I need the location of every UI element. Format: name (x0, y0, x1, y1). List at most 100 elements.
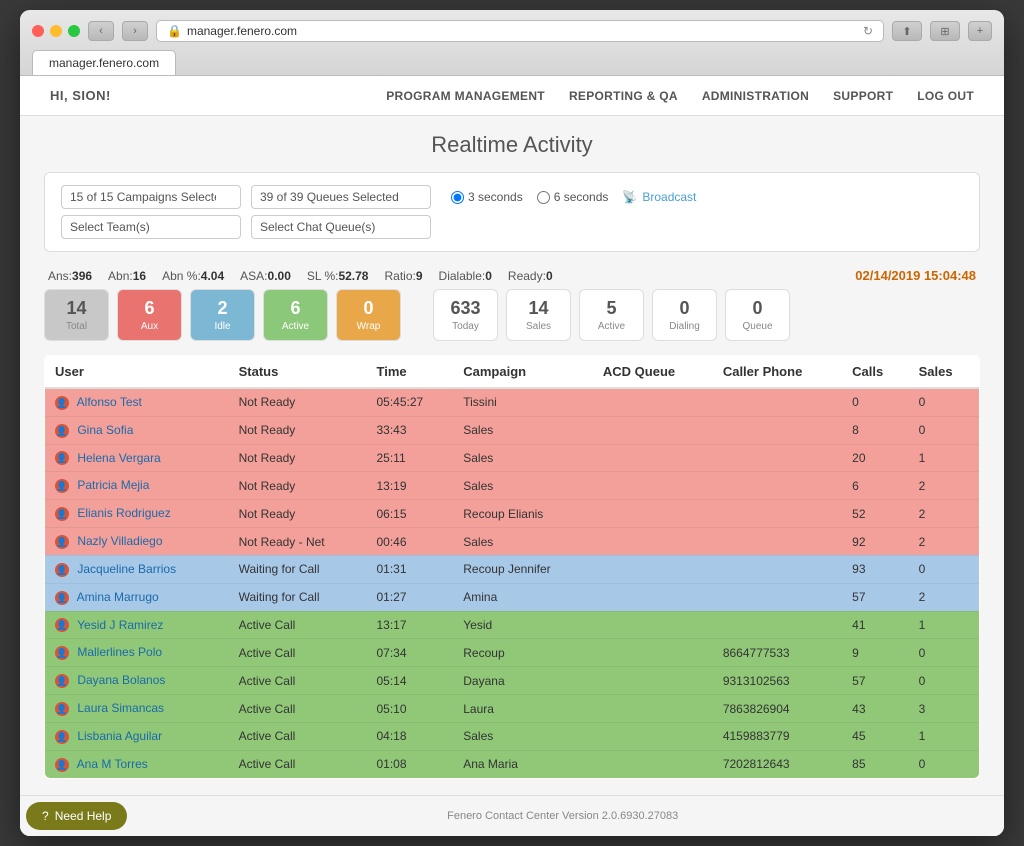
col-time: Time (367, 356, 454, 389)
queues-select[interactable]: 39 of 39 Queues Selected (251, 185, 431, 209)
user-icon: 👤 (55, 618, 69, 632)
teams-select[interactable]: Select Team(s) (61, 215, 241, 239)
table-row[interactable]: 👤 Alfonso Test Not Ready 05:45:27 Tissin… (45, 388, 980, 416)
broadcast-button[interactable]: 📡 Broadcast (622, 190, 696, 204)
radio-3s[interactable] (451, 191, 464, 204)
stat-ready: Ready:0 (508, 269, 553, 283)
cell-sales: 0 (909, 667, 980, 695)
nav-logout[interactable]: LOG OUT (917, 89, 974, 103)
cell-sales: 3 (909, 695, 980, 723)
table-row[interactable]: 👤 Yesid J Ramirez Active Call 13:17 Yesi… (45, 611, 980, 639)
user-name[interactable]: Amina Marrugo (77, 590, 159, 604)
table-row[interactable]: 👤 Mallerlines Polo Active Call 07:34 Rec… (45, 639, 980, 667)
user-name[interactable]: Gina Sofia (77, 423, 133, 437)
table-row[interactable]: 👤 Elianis Rodriguez Not Ready 06:15 Reco… (45, 500, 980, 528)
cell-sales: 0 (909, 555, 980, 583)
back-button[interactable]: ‹ (88, 21, 114, 41)
nav-reporting-qa[interactable]: REPORTING & QA (569, 89, 678, 103)
campaigns-select[interactable]: 15 of 15 Campaigns Selected (61, 185, 241, 209)
user-icon: 👤 (55, 730, 69, 744)
user-name[interactable]: Ana M Torres (77, 757, 148, 771)
cell-calls: 43 (842, 695, 908, 723)
table-row[interactable]: 👤 Jacqueline Barrios Waiting for Call 01… (45, 555, 980, 583)
stats-bar: Ans:396 Abn:16 Abn %:4.04 ASA:0.00 SL %:… (44, 262, 980, 289)
cell-user: 👤 Laura Simancas (45, 695, 229, 723)
help-icon: ? (42, 809, 49, 823)
radio-6s[interactable] (537, 191, 550, 204)
user-name[interactable]: Jacqueline Barrios (77, 562, 176, 576)
cell-acd-queue (593, 750, 713, 778)
table-row[interactable]: 👤 Gina Sofia Not Ready 33:43 Sales 8 0 (45, 416, 980, 444)
user-name[interactable]: Nazly Villadiego (77, 534, 162, 548)
need-help-button[interactable]: ? Need Help (26, 802, 127, 830)
user-icon: 👤 (55, 451, 69, 465)
cell-acd-queue (593, 722, 713, 750)
user-name[interactable]: Dayana Bolanos (77, 673, 165, 687)
user-name[interactable]: Alfonso Test (77, 395, 142, 409)
radio-6s-label[interactable]: 6 seconds (537, 190, 609, 204)
traffic-light-green[interactable] (68, 25, 80, 37)
reload-icon[interactable]: ↻ (863, 24, 873, 38)
cell-status: Waiting for Call (229, 583, 367, 611)
nav-administration[interactable]: ADMINISTRATION (702, 89, 809, 103)
cell-acd-queue (593, 416, 713, 444)
summary-today: 633 Today (433, 289, 498, 341)
stat-abn-pct: Abn %:4.04 (162, 269, 224, 283)
table-row[interactable]: 👤 Patricia Mejia Not Ready 13:19 Sales 6… (45, 472, 980, 500)
cell-status: Active Call (229, 722, 367, 750)
table-row[interactable]: 👤 Helena Vergara Not Ready 25:11 Sales 2… (45, 444, 980, 472)
summary-boxes: 14 Total 6 Aux 2 Idle 6 Active (44, 289, 980, 341)
table-row[interactable]: 👤 Amina Marrugo Waiting for Call 01:27 A… (45, 583, 980, 611)
forward-button[interactable]: › (122, 21, 148, 41)
address-bar[interactable]: 🔒 manager.fenero.com ↻ (156, 20, 884, 42)
cell-acd-queue (593, 583, 713, 611)
cell-status: Waiting for Call (229, 555, 367, 583)
traffic-light-yellow[interactable] (50, 25, 62, 37)
user-name[interactable]: Helena Vergara (77, 451, 160, 465)
new-tab-button[interactable]: ⊞ (930, 21, 960, 41)
user-icon: 👤 (55, 591, 69, 605)
cell-user: 👤 Ana M Torres (45, 750, 229, 778)
user-name[interactable]: Lisbania Aguilar (77, 729, 162, 743)
user-name[interactable]: Patricia Mejia (77, 478, 149, 492)
user-icon: 👤 (55, 507, 69, 521)
top-navigation: HI, SION! PROGRAM MANAGEMENT REPORTING &… (20, 76, 1004, 116)
summary-queue: 0 Queue (725, 289, 790, 341)
cell-status: Active Call (229, 611, 367, 639)
share-button[interactable]: ⬆ (892, 21, 922, 41)
greeting-text: HI, SION! (50, 88, 111, 103)
cell-caller-phone (713, 555, 842, 583)
cell-calls: 85 (842, 750, 908, 778)
cell-calls: 9 (842, 639, 908, 667)
table-row[interactable]: 👤 Lisbania Aguilar Active Call 04:18 Sal… (45, 722, 980, 750)
cell-sales: 1 (909, 444, 980, 472)
radio-3s-label[interactable]: 3 seconds (451, 190, 523, 204)
user-name[interactable]: Laura Simancas (77, 701, 164, 715)
teams-filter-wrap: Select Team(s) (61, 215, 241, 239)
traffic-light-red[interactable] (32, 25, 44, 37)
cell-calls: 8 (842, 416, 908, 444)
table-row[interactable]: 👤 Dayana Bolanos Active Call 05:14 Dayan… (45, 667, 980, 695)
user-icon: 👤 (55, 674, 69, 688)
cell-caller-phone (713, 416, 842, 444)
col-sales: Sales (909, 356, 980, 389)
cell-acd-queue (593, 639, 713, 667)
active-tab[interactable]: manager.fenero.com (32, 50, 176, 75)
table-row[interactable]: 👤 Laura Simancas Active Call 05:10 Laura… (45, 695, 980, 723)
user-name[interactable]: Elianis Rodriguez (77, 506, 170, 520)
user-name[interactable]: Yesid J Ramirez (77, 618, 163, 632)
table-row[interactable]: 👤 Ana M Torres Active Call 01:08 Ana Mar… (45, 750, 980, 778)
add-button[interactable]: + (968, 21, 992, 41)
table-row[interactable]: 👤 Nazly Villadiego Not Ready - Net 00:46… (45, 528, 980, 556)
user-icon: 👤 (55, 424, 69, 438)
stat-dialable: Dialable:0 (439, 269, 492, 283)
cell-user: 👤 Mallerlines Polo (45, 639, 229, 667)
col-acd-queue: ACD Queue (593, 356, 713, 389)
user-name[interactable]: Mallerlines Polo (77, 645, 162, 659)
chat-queues-select[interactable]: Select Chat Queue(s) (251, 215, 431, 239)
nav-program-management[interactable]: PROGRAM MANAGEMENT (386, 89, 545, 103)
cell-calls: 0 (842, 388, 908, 416)
nav-support[interactable]: SUPPORT (833, 89, 893, 103)
user-icon: 👤 (55, 479, 69, 493)
cell-caller-phone: 7202812643 (713, 750, 842, 778)
